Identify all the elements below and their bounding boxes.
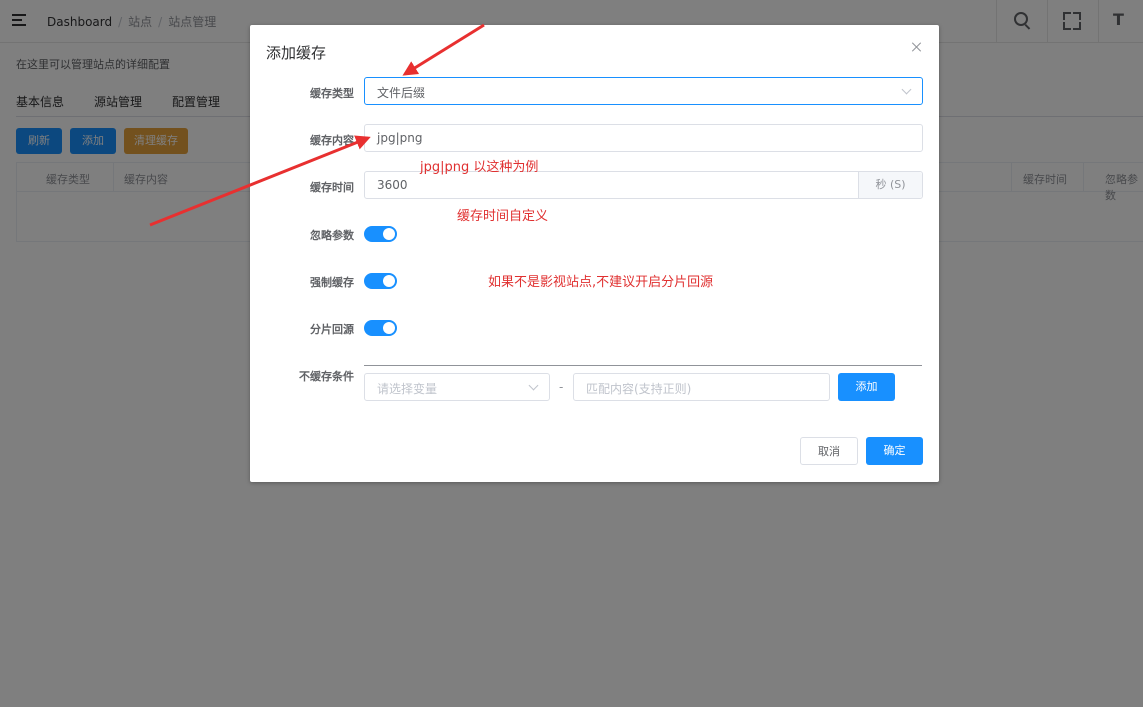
annotation-time-custom: 缓存时间自定义 <box>457 209 549 224</box>
cache-time-input[interactable]: 3600 秒 (S) <box>364 171 923 199</box>
add-cache-dialog: 添加缓存 缓存类型 文件后缀 缓存内容 jpg|png 缓存时间 3600 秒 … <box>250 25 939 482</box>
dialog-title: 添加缓存 <box>266 44 327 62</box>
annotation-content-example: jpg|png 以这种为例 <box>420 160 539 175</box>
cache-time-label: 缓存时间 <box>310 181 354 194</box>
match-content-placeholder: 匹配内容(支持正则) <box>586 382 692 396</box>
close-icon[interactable] <box>911 41 923 53</box>
force-cache-label: 强制缓存 <box>310 276 354 289</box>
slice-origin-switch[interactable] <box>364 320 397 336</box>
confirm-button[interactable]: 确定 <box>866 437 923 465</box>
cache-type-value: 文件后缀 <box>377 86 426 100</box>
slice-origin-label: 分片回源 <box>310 323 354 336</box>
annotation-slice-hint: 如果不是影视站点,不建议开启分片回源 <box>488 275 714 290</box>
match-content-input[interactable]: 匹配内容(支持正则) <box>573 373 830 401</box>
cache-type-select[interactable]: 文件后缀 <box>364 77 923 105</box>
condition-separator: - <box>559 380 564 394</box>
cache-time-unit: 秒 (S) <box>858 172 922 198</box>
divider <box>364 365 922 366</box>
no-cache-condition-label: 不缓存条件 <box>299 370 354 383</box>
cache-type-label: 缓存类型 <box>310 87 354 100</box>
add-condition-button[interactable]: 添加 <box>838 373 895 401</box>
force-cache-switch[interactable] <box>364 273 397 289</box>
variable-placeholder: 请选择变量 <box>377 382 438 396</box>
cache-content-input[interactable]: jpg|png <box>364 124 923 152</box>
cancel-button[interactable]: 取消 <box>800 437 858 465</box>
chevron-down-icon <box>901 84 912 95</box>
cache-content-label: 缓存内容 <box>310 134 354 147</box>
ignore-params-switch[interactable] <box>364 226 397 242</box>
chevron-down-icon <box>528 380 539 391</box>
ignore-params-label: 忽略参数 <box>310 229 354 242</box>
cache-time-value: 3600 <box>377 178 408 192</box>
cache-content-value: jpg|png <box>377 131 423 145</box>
variable-select[interactable]: 请选择变量 <box>364 373 550 401</box>
